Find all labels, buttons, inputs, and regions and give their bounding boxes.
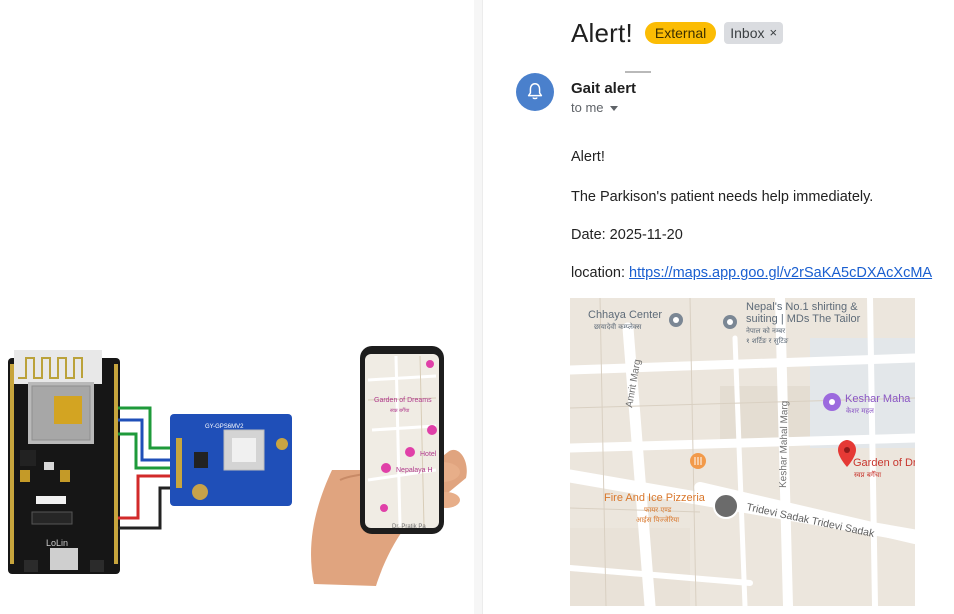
body-date: Date: 2025-11-20 [571,227,683,243]
email-subject: Alert! [571,17,633,48]
phone-place-pratik: Dr. Pratik Pa [392,524,426,530]
email-subject-row: Alert! External Inbox × [571,16,784,50]
chevron-down-icon[interactable] [609,106,618,111]
remove-label-icon[interactable]: × [770,25,778,41]
phone-place-hotel: Hotel [420,451,437,458]
sender-email-redacted [625,71,651,73]
poi-fire-and-ice-photo[interactable] [713,493,739,519]
smartphone: Garden of Dreams स्वप्न बगैँचा Hotel Nep… [360,346,444,534]
hardware-illustration: LoLin GY-GPS6MV2 Garden of Dreams स्वप्न… [0,0,474,614]
body-greeting: Alert! [571,149,605,165]
map-label-keshar-mahal-np: केशर महल [846,406,874,415]
board-label: LoLin [46,538,68,548]
gps-module-label: GY-GPS6MV2 [205,424,244,430]
inbox-label-text: Inbox [730,25,765,41]
map-label-keshar-mahal: Keshar Maha [845,393,911,405]
map-label-fire-ice-np2: आईस पिज्जेरिया [636,515,679,524]
map-label-tailor-1: Nepal's No.1 shirting & [746,301,858,313]
map-label-garden: Garden of Dr [853,457,915,469]
location-label: location: [571,265,630,281]
phone-place-garden: Garden of Dreams [374,397,432,404]
panel-divider [474,0,482,614]
sender-avatar[interactable] [516,73,554,111]
inbox-label-chip[interactable]: Inbox × [724,22,784,44]
map-label-tailor-2: suiting | MDs The Tailor [746,313,861,325]
bell-icon [527,83,543,100]
map-label-chhaya-np: छायादेवी कम्प्लेक्स [594,322,642,331]
hardware-illustration-svg: LoLin GY-GPS6MV2 Garden of Dreams स्वप्न… [8,346,467,586]
sender-name[interactable]: Gait alert [571,80,636,97]
map-label-garden-np: स्वप्न बगैँचा [854,470,881,479]
body-message: The Parkison's patient needs help immedi… [571,189,874,205]
gps-module: GY-GPS6MV2 [170,414,292,506]
map-label-fire-ice-np1: फायर एण्ड [644,506,672,514]
phone-place-nepalaya: Nepalaya H [396,467,433,474]
location-link[interactable]: https://maps.app.goo.gl/v2rSaKA5cDXAcXcM… [629,265,932,281]
map-label-tailor-np2: १ शर्टिङ र सुटिङ [746,336,789,345]
map-label-tailor-np1: नेपाल को नम्बर [746,326,785,335]
map-label-chhaya: Chhaya Center [588,309,662,321]
phone-place-garden-np: स्वप्न बगैँचा [390,407,410,414]
location-map[interactable]: Chhaya Center छायादेवी कम्प्लेक्स Nepal'… [570,298,915,606]
map-svg: Chhaya Center छायादेवी कम्प्लेक्स Nepal'… [570,298,915,606]
nodemcu-board: LoLin [8,350,120,574]
map-label-fire-ice: Fire And Ice Pizzeria [604,492,706,504]
recipient-text: to me [571,100,604,115]
panel-divider-line [482,0,483,614]
body-location: location: https://maps.app.goo.gl/v2rSaK… [571,265,932,281]
recipient-details[interactable]: to me [571,100,618,115]
map-label-keshar-mahal-marg: Keshar Mahal Marg [778,401,791,488]
external-label-chip: External [644,22,717,44]
